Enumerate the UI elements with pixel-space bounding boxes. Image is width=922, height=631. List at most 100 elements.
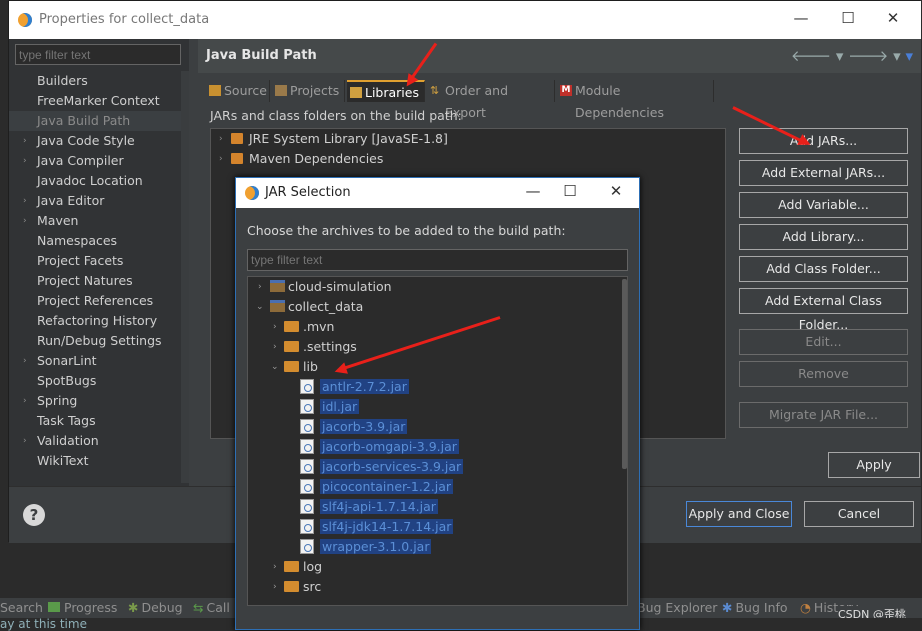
expand-arrow-icon[interactable]: › <box>219 129 223 149</box>
apply-button[interactable]: Apply <box>828 452 920 478</box>
expand-arrow-icon[interactable]: › <box>273 317 277 337</box>
tree-item-maven-dependencies[interactable]: › Maven Dependencies <box>211 149 383 169</box>
sidebar-filter-input[interactable] <box>15 44 181 65</box>
bug-icon: ✱ <box>722 600 733 615</box>
sidebar-item-run-debug-settings[interactable]: Run/Debug Settings <box>9 331 181 351</box>
sidebar-item-refactoring-history[interactable]: Refactoring History <box>9 311 181 331</box>
dialog-maximize-button[interactable]: ☐ <box>558 182 582 200</box>
tab-order-and-export[interactable]: ⇅ Order and Export <box>427 80 555 120</box>
tree-item-collect-data[interactable]: ⌄ collect_data <box>248 297 363 317</box>
collapse-arrow-icon[interactable]: ⌄ <box>271 357 279 377</box>
order-arrows-icon: ⇅ <box>430 84 440 97</box>
expand-arrow-icon[interactable]: › <box>23 131 27 151</box>
apply-and-close-button[interactable]: Apply and Close <box>686 501 792 527</box>
sidebar-item-builders[interactable]: Builders <box>9 71 181 91</box>
dialog-message: Choose the archives to be added to the b… <box>247 223 566 238</box>
tree-item-cloud-simulation[interactable]: › cloud-simulation <box>248 277 392 297</box>
forward-arrow-icon[interactable]: 🡒 ▾ <box>848 47 901 65</box>
view-tab-search[interactable]: Search <box>0 600 43 615</box>
dialog-close-button[interactable]: ✕ <box>604 182 628 200</box>
sidebar-item-java-build-path[interactable]: Java Build Path <box>9 111 181 131</box>
sidebar-item-wikitext[interactable]: WikiText <box>9 451 181 471</box>
archive-tree[interactable]: › cloud-simulation ⌄ collect_data › .mvn ›.… <box>247 276 628 606</box>
view-tab-bug-info[interactable]: ✱ Bug Info <box>722 600 788 615</box>
tree-item-jar[interactable]: slf4j-jdk14-1.7.14.jar <box>300 517 454 537</box>
add-variable-button[interactable]: Add Variable... <box>739 192 908 218</box>
sidebar-item-spring[interactable]: › Spring <box>9 391 181 411</box>
expand-arrow-icon[interactable]: › <box>23 151 27 171</box>
sidebar-item-java-code-style[interactable]: › Java Code Style <box>9 131 181 151</box>
tree-item-jar[interactable]: jacorb-omgapi-3.9.jar <box>300 437 459 457</box>
expand-arrow-icon[interactable]: › <box>273 557 277 577</box>
sidebar-item-task-tags[interactable]: Task Tags <box>9 411 181 431</box>
add-external-jars-button[interactable]: Add External JARs... <box>739 160 908 186</box>
view-tab-bug-explorer[interactable]: Bug Explorer <box>637 600 717 615</box>
tab-module-dependencies[interactable]: M Module Dependencies <box>557 80 714 120</box>
tree-item-jar[interactable]: wrapper-3.1.0.jar <box>300 537 432 557</box>
tree-item-mvn[interactable]: › .mvn <box>248 317 334 337</box>
tree-item-settings[interactable]: › .settings <box>248 337 357 357</box>
migrate-jar-button[interactable]: Migrate JAR File... <box>739 402 908 428</box>
sidebar-item-validation[interactable]: › Validation <box>9 431 181 451</box>
back-arrow-icon[interactable]: 🡐 ▾ <box>791 47 844 65</box>
view-menu-icon[interactable]: ▾ <box>905 47 913 65</box>
dialog-filter-input[interactable] <box>247 249 628 271</box>
expand-arrow-icon[interactable]: › <box>273 577 277 597</box>
tree-item-log[interactable]: › log <box>248 557 322 577</box>
collapse-arrow-icon[interactable]: ⌄ <box>256 297 264 317</box>
minimize-button[interactable]: — <box>789 9 813 27</box>
sidebar-item-sonarlint[interactable]: › SonarLint <box>9 351 181 371</box>
tree-item-jar[interactable]: antlr-2.7.2.jar <box>300 377 409 397</box>
jar-file-icon <box>300 519 314 534</box>
expand-arrow-icon[interactable]: › <box>23 211 27 231</box>
dialog-minimize-button[interactable]: — <box>521 182 545 200</box>
expand-arrow-icon[interactable]: › <box>23 351 27 371</box>
sidebar-item-java-editor[interactable]: › Java Editor <box>9 191 181 211</box>
expand-arrow-icon[interactable]: › <box>258 277 262 297</box>
maximize-button[interactable]: ☐ <box>836 9 860 27</box>
add-library-button[interactable]: Add Library... <box>739 224 908 250</box>
edit-button[interactable]: Edit... <box>739 329 908 355</box>
sidebar-scrollbar[interactable] <box>181 71 189 483</box>
tree-item-jar[interactable]: jacorb-services-3.9.jar <box>300 457 464 477</box>
sidebar-item-freemarker-context[interactable]: FreeMarker Context <box>9 91 181 111</box>
libraries-hint: JARs and class folders on the build path… <box>210 108 462 123</box>
sidebar-item-project-facets[interactable]: Project Facets <box>9 251 181 271</box>
expand-arrow-icon[interactable]: › <box>23 191 27 211</box>
tree-item-jar[interactable]: jacorb-3.9.jar <box>300 417 408 437</box>
tree-item-src[interactable]: › src <box>248 577 321 597</box>
sidebar-item-java-compiler[interactable]: › Java Compiler <box>9 151 181 171</box>
folder-icon <box>284 341 299 352</box>
sidebar-item-project-natures[interactable]: Project Natures <box>9 271 181 291</box>
view-tab-debug[interactable]: ✱ Debug <box>128 600 183 615</box>
view-tab-call[interactable]: ⇆ Call <box>193 600 230 615</box>
sidebar-item-javadoc-location[interactable]: Javadoc Location <box>9 171 181 191</box>
view-tab-progress[interactable]: Progress <box>48 600 117 615</box>
expand-arrow-icon[interactable]: › <box>23 431 27 451</box>
add-jars-button[interactable]: Add JARs... <box>739 128 908 154</box>
help-icon[interactable]: ? <box>23 504 45 526</box>
folder-icon <box>284 321 299 332</box>
sidebar-item-project-references[interactable]: Project References <box>9 291 181 311</box>
tree-item-jre-system-library[interactable]: › JRE System Library [JavaSE-1.8] <box>211 129 448 149</box>
tab-projects[interactable]: Projects <box>272 80 345 102</box>
progress-icon <box>48 602 60 612</box>
add-class-folder-button[interactable]: Add Class Folder... <box>739 256 908 282</box>
sidebar-item-maven[interactable]: › Maven <box>9 211 181 231</box>
remove-button[interactable]: Remove <box>739 361 908 387</box>
sidebar-item-spotbugs[interactable]: SpotBugs <box>9 371 181 391</box>
tree-item-jar[interactable]: idl.jar <box>300 397 360 417</box>
expand-arrow-icon[interactable]: › <box>273 337 277 357</box>
dialog-titlebar: JAR Selection — ☐ ✕ <box>236 178 639 208</box>
cancel-button[interactable]: Cancel <box>804 501 914 527</box>
tree-item-jar[interactable]: slf4j-api-1.7.14.jar <box>300 497 438 517</box>
sidebar-item-namespaces[interactable]: Namespaces <box>9 231 181 251</box>
tree-item-lib[interactable]: ⌄ lib <box>248 357 318 377</box>
expand-arrow-icon[interactable]: › <box>23 391 27 411</box>
expand-arrow-icon[interactable]: › <box>219 149 223 169</box>
tree-item-jar[interactable]: picocontainer-1.2.jar <box>300 477 453 497</box>
tab-source[interactable]: Source <box>206 80 270 102</box>
close-button[interactable]: ✕ <box>881 9 905 27</box>
add-external-class-folder-button[interactable]: Add External Class Folder... <box>739 288 908 332</box>
archive-tree-scrollbar[interactable] <box>622 279 627 469</box>
